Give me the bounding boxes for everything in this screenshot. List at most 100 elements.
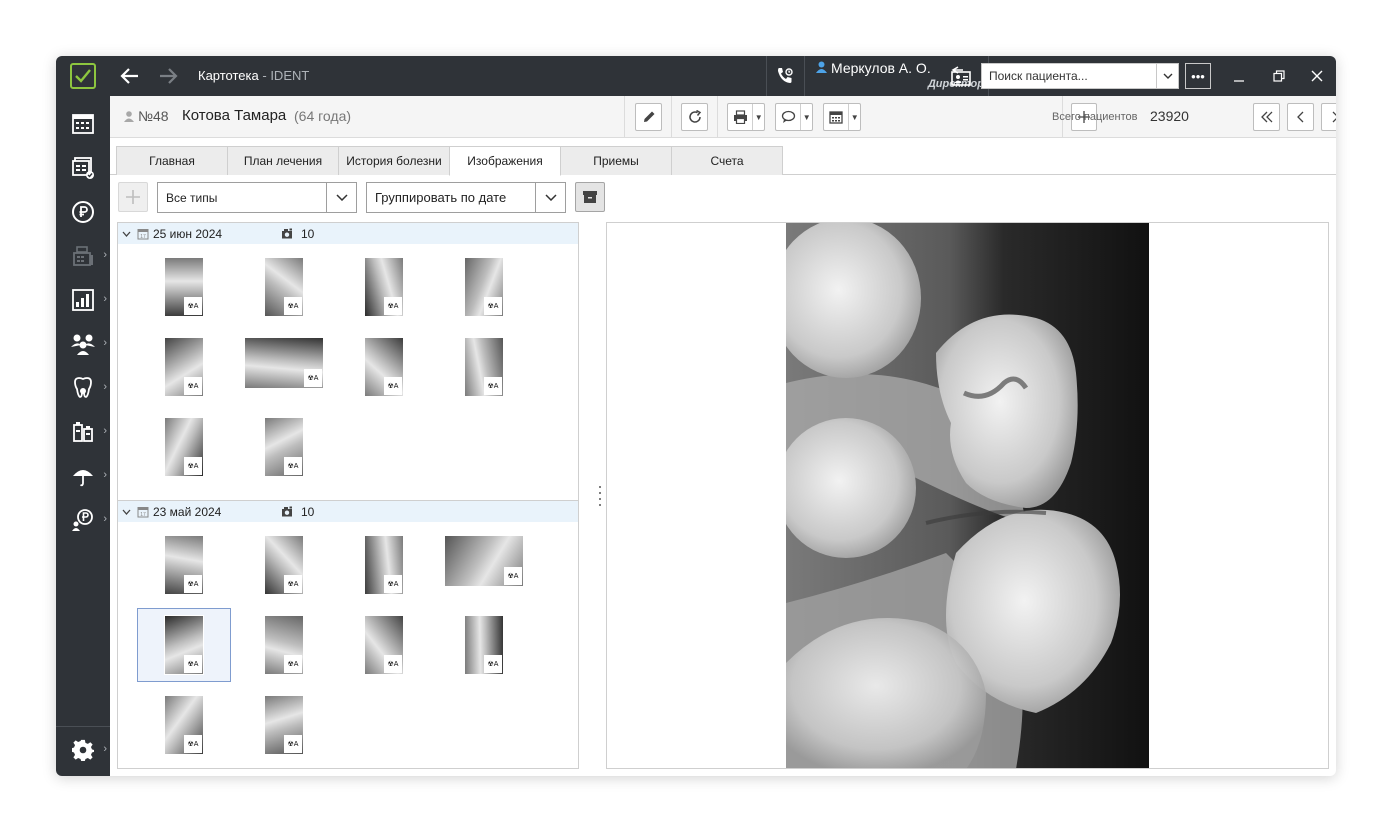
add-image-button[interactable] bbox=[118, 182, 148, 212]
sidebar-item-warehouse[interactable]: › bbox=[56, 412, 110, 452]
xray-thumbnail[interactable]: ☢A bbox=[464, 337, 504, 397]
messages-main bbox=[776, 110, 800, 124]
image-viewer[interactable] bbox=[606, 222, 1329, 769]
title-bar: Картотека - IDENT Меркулов А. О. Директо… bbox=[110, 56, 1336, 96]
restore-button[interactable] bbox=[1260, 56, 1298, 96]
tab-appointments[interactable]: Приемы bbox=[560, 146, 672, 175]
chevron-right-icon: › bbox=[103, 425, 107, 437]
archive-button[interactable] bbox=[575, 182, 605, 212]
grouping-value: Группировать по дате bbox=[375, 190, 507, 205]
messages-button[interactable]: ▼ bbox=[775, 103, 813, 131]
xray-thumbnail[interactable]: ☢A bbox=[264, 615, 304, 675]
sidebar-item-schedule[interactable] bbox=[56, 104, 110, 144]
window-title-sep: - bbox=[258, 68, 271, 83]
svg-text:17: 17 bbox=[140, 234, 146, 240]
next-patient-button[interactable] bbox=[1321, 103, 1336, 131]
patient-search-input[interactable]: Поиск пациента... bbox=[982, 69, 1156, 83]
chevron-right-icon bbox=[1332, 111, 1336, 123]
patient-search-dropdown[interactable] bbox=[1156, 64, 1178, 88]
xray-thumbnail[interactable]: ☢A bbox=[264, 257, 304, 317]
tab-medical-history[interactable]: История болезни bbox=[338, 146, 450, 175]
close-button[interactable] bbox=[1298, 56, 1336, 96]
telephony-button[interactable] bbox=[770, 56, 800, 96]
image-type-value: Все типы bbox=[166, 190, 218, 205]
xray-thumbnail[interactable]: ☢A bbox=[264, 695, 304, 755]
tab-images[interactable]: Изображения bbox=[449, 146, 561, 176]
radiation-icon: ☢A bbox=[304, 369, 322, 387]
xray-thumbnail[interactable]: ☢A bbox=[244, 337, 324, 389]
back-button[interactable] bbox=[116, 56, 144, 96]
more-button[interactable]: ••• bbox=[1185, 63, 1211, 89]
xray-thumbnail[interactable]: ☢A bbox=[164, 615, 204, 675]
radiation-icon: ☢A bbox=[504, 567, 522, 585]
image-type-select[interactable]: Все типы bbox=[157, 182, 357, 213]
sidebar-item-reports[interactable]: › bbox=[56, 280, 110, 320]
close-icon bbox=[1311, 70, 1323, 82]
archive-icon bbox=[583, 191, 597, 203]
panel-splitter[interactable] bbox=[597, 486, 603, 506]
total-patients-label: Всего пациентов bbox=[1052, 111, 1138, 123]
print-button[interactable]: ▼ bbox=[727, 103, 765, 131]
radiation-icon: ☢A bbox=[284, 655, 302, 673]
group-header[interactable]: 17 23 май 2024 10 bbox=[118, 501, 578, 522]
tab-invoices[interactable]: Счета bbox=[671, 146, 783, 175]
thumbnails-panel: 17 25 июн 2024 10 17 23 май 2024 10 ☢A ☢A… bbox=[117, 222, 579, 769]
xray-thumbnail[interactable]: ☢A bbox=[364, 337, 404, 397]
chevron-down-icon bbox=[335, 194, 348, 201]
sidebar-item-settings[interactable]: › bbox=[56, 730, 110, 770]
forward-button[interactable] bbox=[154, 56, 182, 96]
grouping-select[interactable]: Группировать по дате bbox=[366, 182, 566, 213]
printer-icon bbox=[733, 110, 747, 124]
grouping-dropdown[interactable] bbox=[535, 183, 565, 212]
xray-image[interactable] bbox=[786, 223, 1149, 768]
patient-number: №48 bbox=[124, 108, 169, 124]
xray-thumbnail[interactable]: ☢A bbox=[164, 695, 204, 755]
xray-thumbnail[interactable]: ☢A bbox=[164, 337, 204, 397]
sidebar-item-payroll[interactable]: › bbox=[56, 500, 110, 540]
app-logo[interactable] bbox=[56, 56, 110, 96]
patient-tabs: Главная План лечения История болезни Изо… bbox=[110, 138, 1336, 176]
sidebar-item-insurance[interactable]: › bbox=[56, 456, 110, 496]
tab-main[interactable]: Главная bbox=[116, 146, 228, 175]
refresh-button[interactable] bbox=[681, 103, 708, 131]
xray-thumbnail[interactable]: ☢A bbox=[264, 535, 304, 595]
minimize-button[interactable] bbox=[1220, 56, 1258, 96]
xray-thumbnail[interactable]: ☢A bbox=[464, 257, 504, 317]
image-type-dropdown[interactable] bbox=[326, 183, 356, 212]
xray-thumbnail[interactable]: ☢A bbox=[164, 257, 204, 317]
chevron-down-icon bbox=[544, 194, 557, 201]
radiation-icon: ☢A bbox=[184, 377, 202, 395]
prev-patient-button[interactable] bbox=[1287, 103, 1314, 131]
radiation-icon: ☢A bbox=[284, 457, 302, 475]
xray-thumbnail[interactable]: ☢A bbox=[364, 257, 404, 317]
xray-thumbnail[interactable]: ☢A bbox=[444, 535, 524, 587]
xray-thumbnail[interactable]: ☢A bbox=[264, 417, 304, 477]
group-date: 23 май 2024 bbox=[153, 504, 222, 519]
sidebar-item-finance[interactable] bbox=[56, 192, 110, 232]
tooth-icon bbox=[74, 377, 92, 398]
xray-thumbnail[interactable]: ☢A bbox=[364, 535, 404, 595]
group-header[interactable]: 17 25 июн 2024 10 bbox=[118, 223, 578, 244]
radiation-icon: ☢A bbox=[284, 735, 302, 753]
sidebar-item-staff[interactable]: › bbox=[56, 324, 110, 364]
appointments-button[interactable]: ▼ bbox=[823, 103, 861, 131]
xray-thumbnail[interactable]: ☢A bbox=[464, 615, 504, 675]
chevron-right-icon: › bbox=[103, 381, 107, 393]
titlebar-divider bbox=[766, 56, 767, 96]
xray-thumbnail[interactable]: ☢A bbox=[164, 417, 204, 477]
xray-thumbnail[interactable]: ☢A bbox=[164, 535, 204, 595]
sidebar-item-cards[interactable] bbox=[56, 148, 110, 188]
sidebar-item-dental[interactable]: › bbox=[56, 368, 110, 408]
radiation-icon: ☢A bbox=[184, 575, 202, 593]
current-user[interactable]: Меркулов А. О. bbox=[816, 60, 931, 76]
first-patient-button[interactable] bbox=[1253, 103, 1280, 131]
patient-search[interactable]: Поиск пациента... bbox=[981, 63, 1179, 89]
patient-name: Котова Тамара bbox=[182, 107, 287, 124]
edit-patient-button[interactable] bbox=[635, 103, 662, 131]
tab-treatment-plan[interactable]: План лечения bbox=[227, 146, 339, 175]
switch-user-button[interactable] bbox=[943, 56, 977, 96]
restore-icon bbox=[1273, 70, 1285, 82]
sidebar-item-cash[interactable]: › bbox=[56, 236, 110, 276]
xray-thumbnail[interactable]: ☢A bbox=[364, 615, 404, 675]
chevron-down-icon bbox=[122, 509, 131, 515]
